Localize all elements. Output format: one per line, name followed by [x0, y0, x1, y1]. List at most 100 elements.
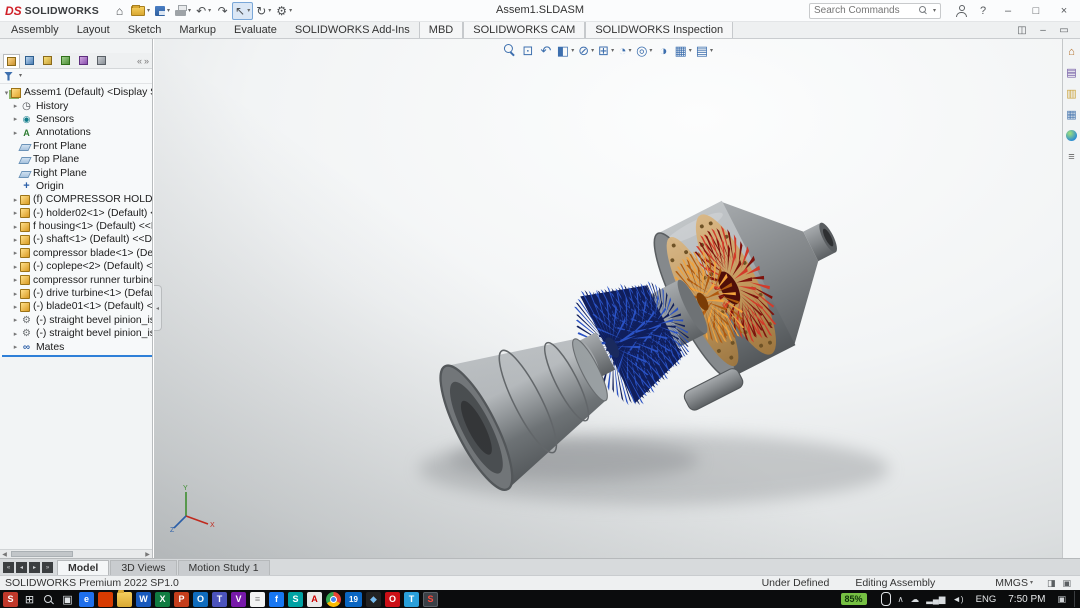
tab-addins[interactable]: SOLIDWORKS Add-Ins	[286, 22, 419, 38]
tab-markup[interactable]: Markup	[170, 22, 225, 38]
filter-funnel-icon[interactable]	[4, 72, 13, 81]
tab-mbd[interactable]: MBD	[419, 22, 463, 38]
battery-percentage-badge[interactable]: 85%	[841, 593, 867, 605]
tab-scroll-right[interactable]: ▸	[29, 562, 40, 573]
tree-item-top-plane[interactable]: ▸ Top Plane	[2, 153, 152, 166]
tree-item-history[interactable]: ▸ History	[2, 99, 152, 112]
tree-item-component[interactable]: ▸ f housing<1> (Default) <<Defaul	[2, 220, 152, 233]
tree-root-assembly[interactable]: ▾ Assem1 (Default) <Display State-1>	[2, 86, 152, 99]
expand-arrow-icon[interactable]: ▸	[11, 115, 20, 123]
taskbar-app-icon[interactable]: 19	[345, 592, 362, 607]
dynamic-annotation-views-button[interactable]: ⊘▾	[578, 42, 594, 59]
view-palette-tab[interactable]: ▦	[1065, 108, 1078, 121]
save-button[interactable]: ▾	[153, 2, 172, 20]
panel-collapse-handle[interactable]: ◂	[154, 285, 162, 331]
scrollbar-thumb[interactable]	[11, 551, 73, 557]
solidworks-resources-tab[interactable]: ⌂	[1065, 45, 1078, 58]
cam-feature-tree-tab[interactable]	[93, 54, 110, 68]
file-explorer-tab[interactable]: ▥	[1065, 87, 1078, 100]
displaymanager-tab[interactable]	[75, 54, 92, 68]
section-view-button[interactable]: ◧▾	[557, 42, 574, 59]
volume-icon[interactable]: ◄)	[952, 594, 963, 604]
taskbar-app-icon[interactable]	[117, 592, 132, 607]
taskbar-app-icon[interactable]: f	[269, 592, 284, 607]
model-3d-view[interactable]	[154, 39, 1062, 558]
status-options-icon[interactable]: ▣	[1062, 578, 1071, 589]
pinned-app-icon[interactable]: S	[3, 592, 18, 607]
display-style-button[interactable]: ◔▾	[618, 42, 632, 59]
configurationmanager-tab[interactable]	[39, 54, 56, 68]
search-commands-box[interactable]: ▾	[809, 3, 941, 19]
panel-tab-scroll-right[interactable]: »	[144, 56, 149, 66]
expand-arrow-icon[interactable]: ▸	[11, 316, 20, 324]
expand-arrow-icon[interactable]: ▸	[11, 330, 20, 338]
home-button[interactable]: ⌂	[111, 2, 128, 20]
input-device-icon[interactable]	[881, 592, 891, 606]
tab-layout[interactable]: Layout	[68, 22, 119, 38]
tree-item-component[interactable]: ▸ (-) straight bevel pinion_iso<1> (	[2, 314, 152, 327]
doc-maximize-icon[interactable]: ▭	[1058, 25, 1070, 36]
expand-arrow-icon[interactable]: ▸	[11, 249, 20, 257]
taskbar-app-icon[interactable]: O	[385, 592, 400, 607]
tree-item-component[interactable]: ▸ (-) holder02<1> (Default) <<Def...	[2, 207, 152, 220]
network-icon[interactable]: ▂▄▆	[926, 594, 945, 605]
tab-inspection[interactable]: SOLIDWORKS Inspection	[585, 22, 733, 38]
doc-restore-icon[interactable]: ◫	[1016, 25, 1028, 36]
hide-show-items-button[interactable]: ◎▾	[636, 42, 652, 59]
close-button[interactable]: ×	[1053, 2, 1075, 20]
onedrive-icon[interactable]: ☁	[911, 594, 920, 605]
design-library-tab[interactable]: ▤	[1065, 66, 1078, 79]
print-button[interactable]: ▾	[173, 2, 193, 20]
tree-item-sensors[interactable]: ▸ Sensors	[2, 113, 152, 126]
custom-properties-tab[interactable]: ≡	[1065, 150, 1078, 163]
taskbar-app-icon[interactable]: ≡	[250, 592, 265, 607]
search-input[interactable]	[814, 5, 916, 16]
tree-item-component[interactable]: ▸ compressor blade<1> (Defaul	[2, 247, 152, 260]
3d-views-tab[interactable]: 3D Views	[110, 560, 176, 575]
tree-item-mates[interactable]: ▸ Mates	[2, 340, 152, 353]
taskbar-app-icon[interactable]: X	[155, 592, 170, 607]
help-button[interactable]: ?	[975, 2, 991, 20]
tree-item-component[interactable]: ▸ compressor runner turbine<1>	[2, 273, 152, 286]
tree-item-component[interactable]: ▸ (-) blade01<1> (Default) <<Defa	[2, 300, 152, 313]
search-icon[interactable]	[919, 6, 928, 16]
rebuild-button[interactable]: ↻▾	[254, 2, 273, 20]
expand-arrow-icon[interactable]: ▸	[11, 343, 20, 351]
maximize-button[interactable]: □	[1025, 2, 1047, 20]
taskbar-app-icon[interactable]: T	[212, 592, 227, 607]
tree-item-right-plane[interactable]: ▸ Right Plane	[2, 166, 152, 179]
minimize-button[interactable]: –	[997, 2, 1019, 20]
taskbar-app-icon[interactable]: W	[136, 592, 151, 607]
task-view-button[interactable]: ▣	[60, 592, 75, 607]
doc-minimize-icon[interactable]: –	[1037, 25, 1049, 36]
taskbar-app-icon[interactable]: ◆	[366, 592, 381, 607]
zoom-to-fit-button[interactable]	[503, 42, 517, 59]
expand-arrow-icon[interactable]: ▸	[11, 196, 20, 204]
expand-arrow-icon[interactable]: ▸	[11, 236, 20, 244]
clock[interactable]: 7:50 PM	[1008, 594, 1045, 605]
expand-arrow-icon[interactable]: ▸	[11, 223, 20, 231]
expand-arrow-icon[interactable]: ▾	[2, 89, 11, 97]
tab-scroll-first[interactable]: «	[3, 562, 14, 573]
apply-scene-button[interactable]: ▦▾	[674, 42, 691, 59]
tab-scroll-left[interactable]: ◂	[16, 562, 27, 573]
tree-item-component[interactable]: ▸ (-) shaft<1> (Default) <<Default:	[2, 233, 152, 246]
featuremanager-tree-tab[interactable]	[3, 54, 20, 68]
units-selector[interactable]: MMGS ▾	[995, 577, 1033, 589]
search-button[interactable]	[41, 592, 56, 607]
expand-arrow-icon[interactable]: ▸	[11, 303, 20, 311]
tree-item-annotations[interactable]: ▸ Annotations	[2, 126, 152, 139]
login-button[interactable]	[953, 2, 969, 20]
taskbar-app-icon[interactable]: P	[174, 592, 189, 607]
tree-item-origin[interactable]: ▸ Origin	[2, 180, 152, 193]
tree-item-component[interactable]: ▸ (-) straight bevel pinion_iso<2> (	[2, 327, 152, 340]
taskbar-app-icon[interactable]: T	[404, 592, 419, 607]
expand-arrow-icon[interactable]: ▸	[11, 263, 20, 271]
taskbar-app-icon[interactable]: A	[307, 592, 322, 607]
taskbar-app-icon[interactable]: O	[193, 592, 208, 607]
status-display-icon[interactable]: ◨	[1047, 578, 1056, 589]
motion-study-tab[interactable]: Motion Study 1	[178, 560, 270, 575]
tree-item-component[interactable]: ▸ (f) COMPRESSOR HOLDER<1> (D	[2, 193, 152, 206]
taskbar-app-icon[interactable]	[98, 592, 113, 607]
scroll-left-arrow-icon[interactable]: ◀	[0, 551, 9, 558]
